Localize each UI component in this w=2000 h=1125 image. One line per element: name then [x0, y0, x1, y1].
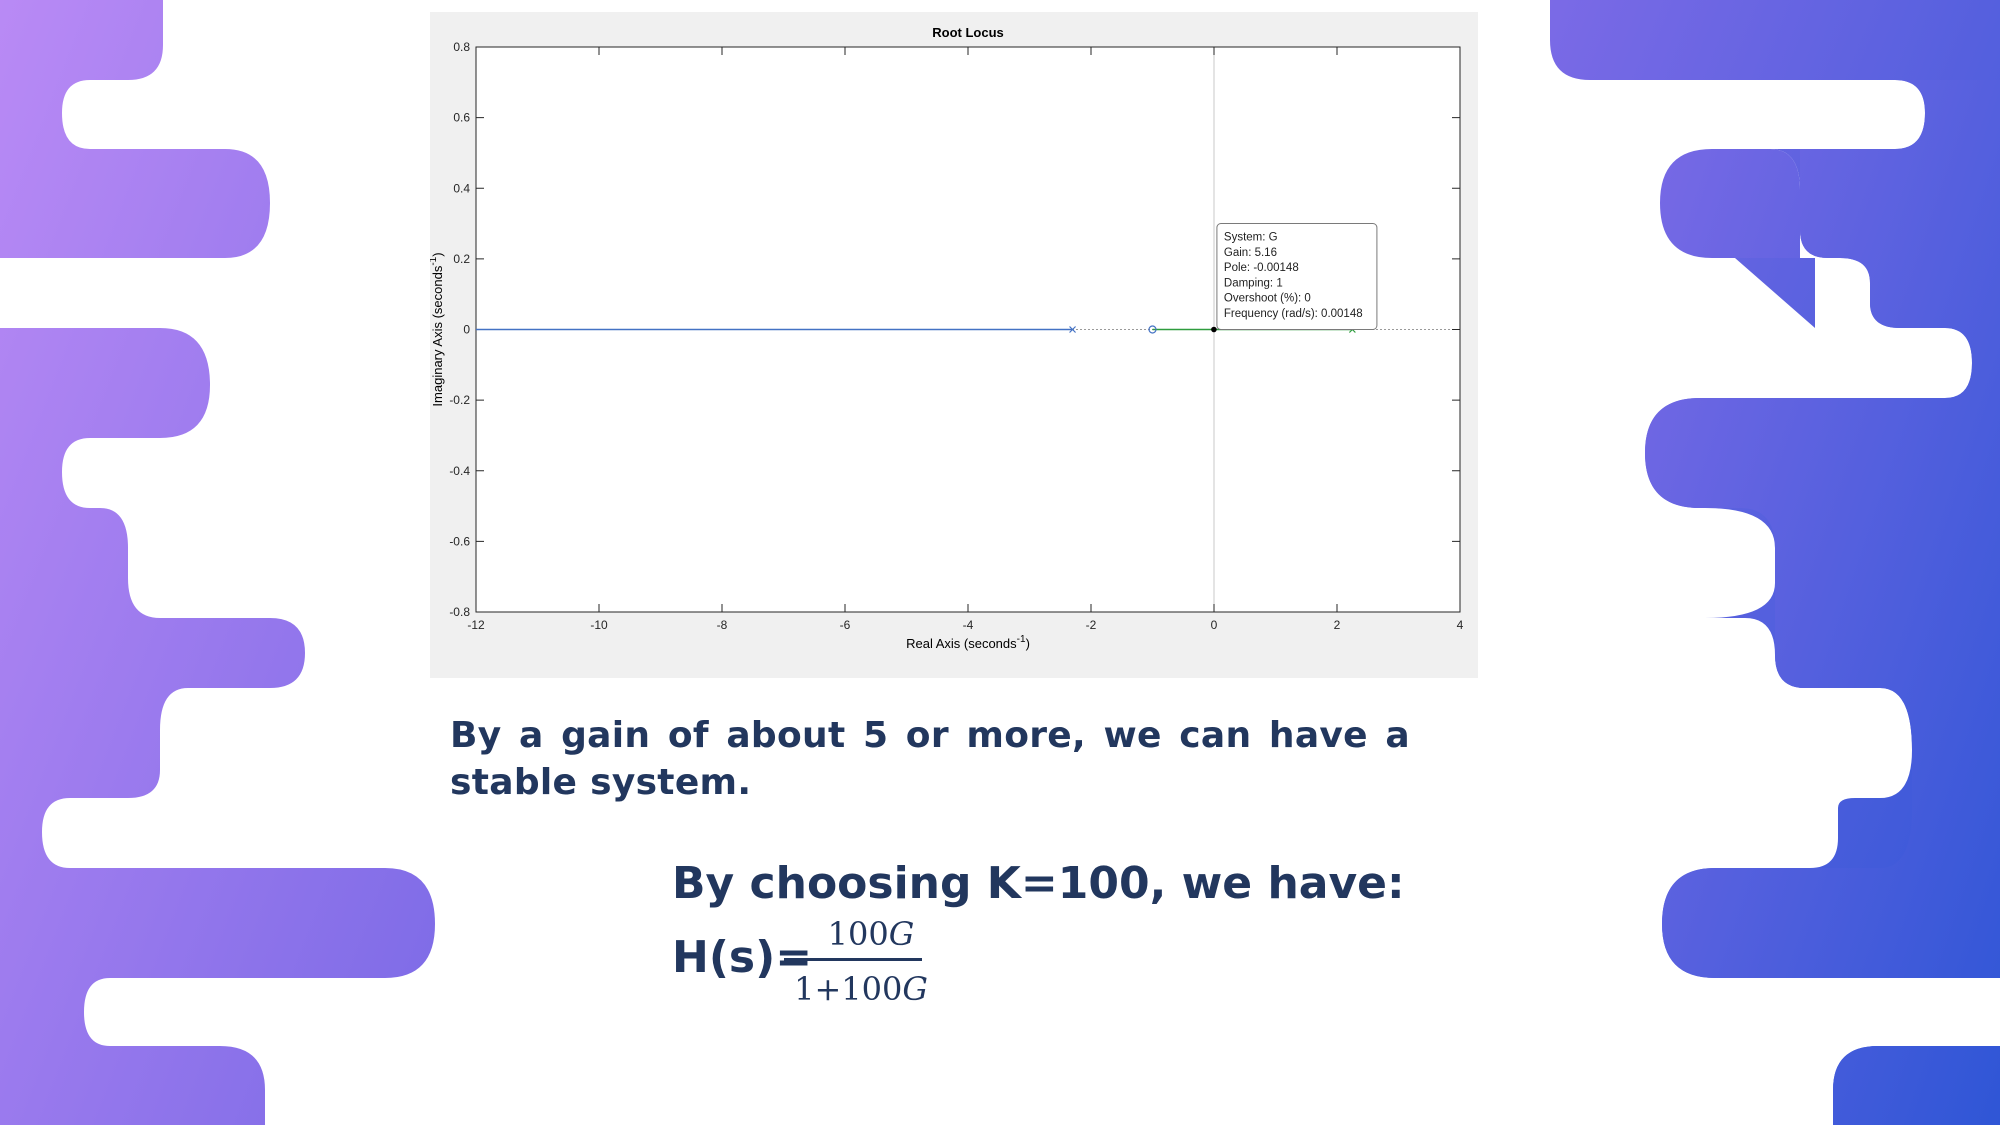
y-tick-label: -0.2: [449, 393, 470, 407]
datatip-line: System: G: [1224, 232, 1278, 244]
x-tick-label: 4: [1457, 618, 1464, 632]
fraction-bar: [784, 958, 922, 961]
datatip-line: Overshoot (%): 0: [1224, 293, 1311, 305]
y-tick-label: -0.4: [449, 464, 470, 478]
root-locus-chart: -12 -10 -8 -6 -4 -2 0 2 4 0.8 0.6 0.4 0.2 0 -0.2 -0.4 -0…: [430, 25, 1464, 651]
right-wave-fill: [1645, 80, 2000, 1125]
y-tick-label: 0.4: [453, 181, 470, 195]
datatip-line: Gain: 5.16: [1224, 247, 1277, 259]
y-axis-label: Imaginary Axis (seconds-1): [430, 252, 445, 406]
left-wave-shape: [0, 0, 435, 1125]
datatip-line: Frequency (rad/s): 0.00148: [1224, 308, 1363, 320]
chart-title: Root Locus: [932, 25, 1004, 40]
x-tick-label: 0: [1211, 618, 1218, 632]
y-tick-label: -0.8: [449, 605, 470, 619]
y-tick-label: 0: [463, 323, 470, 337]
y-tick-label: 0.8: [453, 40, 470, 54]
x-tick-label: -8: [717, 618, 728, 632]
datatip-line: Damping: 1: [1224, 277, 1283, 289]
choose-k-statement: By choosing K=100, we have:: [672, 858, 1405, 909]
y-tick-label: 0.6: [453, 111, 470, 125]
x-tick-label: -4: [963, 618, 974, 632]
y-tick-label: -0.6: [449, 534, 470, 548]
x-axis-label: Real Axis (seconds-1): [906, 634, 1030, 651]
datatip-line: Pole: -0.00148: [1224, 262, 1299, 274]
x-tick-label: -2: [1086, 618, 1097, 632]
x-tick-label: -10: [590, 618, 608, 632]
stable-gain-note: By a gain of about 5 or more, we can hav…: [450, 715, 1410, 803]
root-locus-figure: -12 -10 -8 -6 -4 -2 0 2 4 0.8 0.6 0.4 0.2 0 -0.2 -0.4 -0…: [430, 12, 1478, 678]
formula-fraction: 100𝐺 1+100𝐺: [784, 915, 936, 1020]
selected-point-marker: [1211, 326, 1217, 333]
x-tick-label: -12: [467, 618, 485, 632]
x-tick-label: 2: [1334, 618, 1341, 632]
x-tick-label: -6: [840, 618, 851, 632]
formula-denominator: 1+100𝐺: [794, 970, 928, 1008]
formula-numerator: 100𝐺: [827, 915, 915, 953]
y-tick-label: 0.2: [453, 252, 470, 266]
